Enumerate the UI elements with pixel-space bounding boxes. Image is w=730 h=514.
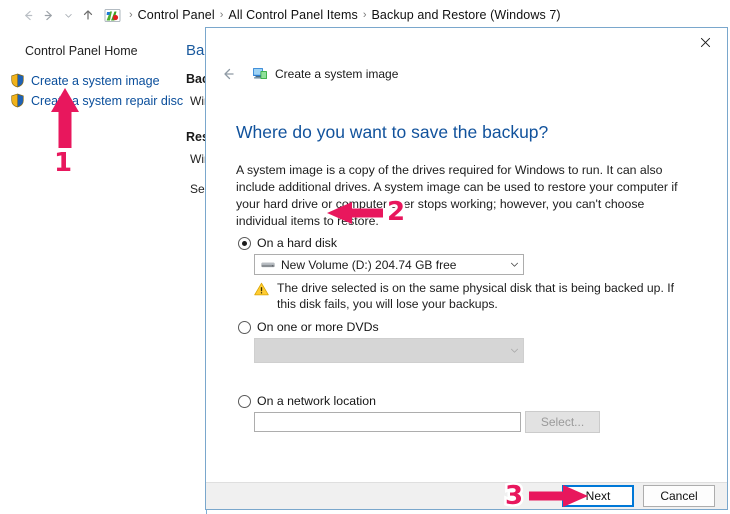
radio-on-a-hard-disk[interactable]: On a hard disk <box>238 236 337 250</box>
task-link-create-system-image[interactable]: Create a system image <box>10 73 160 88</box>
breadcrumb-item-control-panel[interactable]: Control Panel <box>138 8 215 22</box>
forward-arrow-icon[interactable] <box>38 5 58 25</box>
warning-triangle-icon <box>254 282 269 296</box>
breadcrumb-separator: › <box>129 9 133 21</box>
shield-icon <box>10 93 25 108</box>
radio-indicator[interactable] <box>238 395 251 408</box>
breadcrumb-item-backup-restore[interactable]: Backup and Restore (Windows 7) <box>372 8 561 22</box>
dialog-header: Create a system image <box>206 56 727 92</box>
select-button: Select... <box>525 411 600 433</box>
hard-disk-combobox[interactable]: New Volume (D:) 204.74 GB free <box>254 254 524 275</box>
screenshot-root: › Control Panel › All Control Panel Item… <box>0 0 730 514</box>
page-title: Where do you want to save the backup? <box>236 122 548 143</box>
radio-on-one-or-more-dvds[interactable]: On one or more DVDs <box>238 320 379 334</box>
breadcrumb: › Control Panel › All Control Panel Item… <box>0 0 730 30</box>
cancel-button[interactable]: Cancel <box>643 485 715 507</box>
radio-label: On a network location <box>257 394 376 408</box>
close-icon[interactable] <box>683 28 727 56</box>
radio-indicator[interactable] <box>238 321 251 334</box>
chevron-down-icon <box>505 341 523 360</box>
create-system-image-dialog: Create a system image Where do you want … <box>205 27 728 510</box>
control-panel-home-link[interactable]: Control Panel Home <box>25 44 138 58</box>
network-location-input[interactable] <box>254 412 521 432</box>
breadcrumb-item-all-items[interactable]: All Control Panel Items <box>228 8 357 22</box>
hard-disk-combobox-value: New Volume (D:) 204.74 GB free <box>281 258 505 272</box>
dialog-footer: Next Cancel <box>206 482 727 509</box>
radio-indicator[interactable] <box>238 237 251 250</box>
task-link-create-repair-disc[interactable]: Create a system repair disc <box>10 93 183 108</box>
dialog-body: Where do you want to save the backup? A … <box>206 92 727 482</box>
breadcrumb-separator: › <box>220 9 224 21</box>
system-image-icon <box>252 66 268 82</box>
radio-on-a-network-location[interactable]: On a network location <box>238 394 376 408</box>
warning-text: The drive selected is on the same physic… <box>277 281 682 312</box>
back-arrow-icon[interactable] <box>18 5 38 25</box>
control-panel-icon[interactable] <box>104 7 121 24</box>
dvd-combobox <box>254 338 524 363</box>
breadcrumb-separator: › <box>363 9 367 21</box>
task-link-label: Create a system repair disc <box>31 94 183 108</box>
dialog-title: Create a system image <box>275 67 398 81</box>
intro-paragraph: A system image is a copy of the drives r… <box>236 162 691 230</box>
next-button[interactable]: Next <box>562 485 634 507</box>
shield-icon <box>10 73 25 88</box>
dialog-titlebar <box>206 28 727 56</box>
radio-label: On one or more DVDs <box>257 320 379 334</box>
back-arrow-icon[interactable] <box>218 63 240 85</box>
chevron-down-icon[interactable] <box>58 5 78 25</box>
task-link-label: Create a system image <box>31 74 160 88</box>
same-disk-warning: The drive selected is on the same physic… <box>254 281 682 312</box>
control-panel-left-pane: Control Panel Home Create a system image… <box>0 32 200 514</box>
up-arrow-icon[interactable] <box>78 5 98 25</box>
chevron-down-icon[interactable] <box>505 255 523 274</box>
hard-drive-icon <box>261 259 275 270</box>
radio-label: On a hard disk <box>257 236 337 250</box>
